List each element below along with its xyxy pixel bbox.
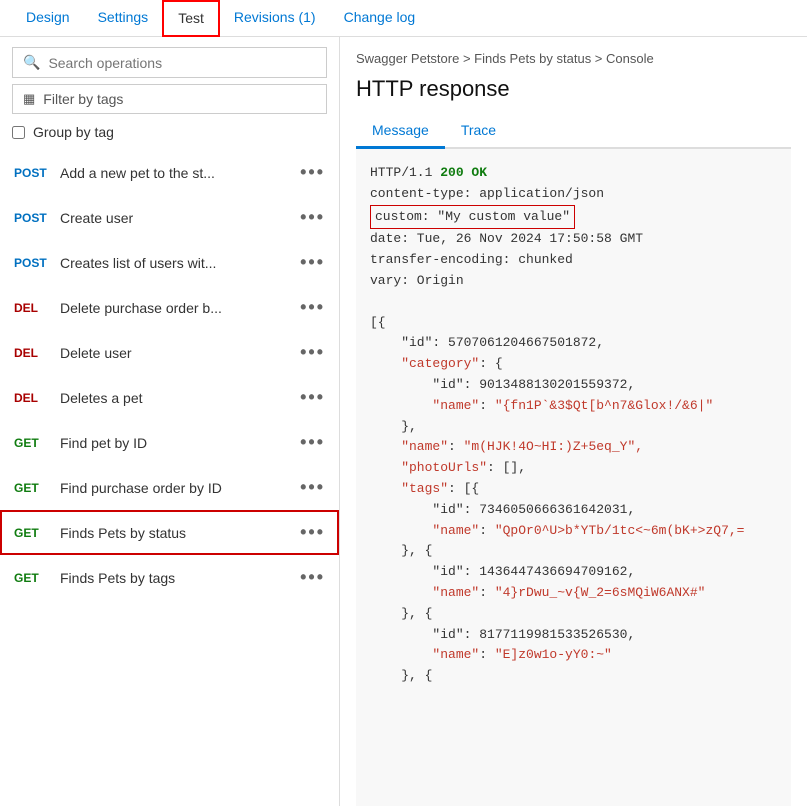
response-line: "category": { xyxy=(370,354,777,375)
response-line: custom: "My custom value" xyxy=(370,205,777,230)
group-by-tag[interactable]: Group by tag xyxy=(12,124,327,140)
op-method: POST xyxy=(14,166,50,180)
op-method: POST xyxy=(14,211,50,225)
breadcrumb: Swagger Petstore > Finds Pets by status … xyxy=(356,51,791,66)
op-dots-button[interactable]: ••• xyxy=(300,567,325,588)
response-line: [{ xyxy=(370,313,777,334)
group-by-checkbox[interactable] xyxy=(12,126,25,139)
op-method: POST xyxy=(14,256,50,270)
op-dots-button[interactable]: ••• xyxy=(300,522,325,543)
list-item[interactable]: POST Add a new pet to the st... ••• xyxy=(0,150,339,195)
response-line: "id": 9013488130201559372, xyxy=(370,375,777,396)
response-line: vary: Origin xyxy=(370,271,777,292)
op-method: GET xyxy=(14,481,50,495)
op-dots-button[interactable]: ••• xyxy=(300,477,325,498)
response-line: "id": 8177119981533526530, xyxy=(370,625,777,646)
response-line: "name": "E]z0w1o-yY0:~" xyxy=(370,645,777,666)
response-line: "name": "m(HJK!4O~HI:)Z+5eq_Y", xyxy=(370,437,777,458)
op-method: DEL xyxy=(14,391,50,405)
group-by-label: Group by tag xyxy=(33,124,114,140)
search-input[interactable] xyxy=(48,55,316,71)
response-line: "name": "QpOr0^U>b*YTb/1tc<~6m(bK+>zQ7,= xyxy=(370,521,777,542)
list-item[interactable]: GET Finds Pets by status ••• xyxy=(0,510,339,555)
op-name: Finds Pets by status xyxy=(60,525,290,541)
response-line: "tags": [{ xyxy=(370,479,777,500)
tab-design[interactable]: Design xyxy=(12,0,84,37)
list-item[interactable]: DEL Delete user ••• xyxy=(0,330,339,375)
op-name: Find purchase order by ID xyxy=(60,480,290,496)
op-dots-button[interactable]: ••• xyxy=(300,207,325,228)
response-line: transfer-encoding: chunked xyxy=(370,250,777,271)
response-line: "id": 7346050666361642031, xyxy=(370,500,777,521)
filter-icon: ▦ xyxy=(23,91,35,107)
list-item[interactable]: DEL Deletes a pet ••• xyxy=(0,375,339,420)
response-line: "name": "{fn1P`&3$Qt[b^n7&Glox!/&6|" xyxy=(370,396,777,417)
top-nav: Design Settings Test Revisions (1) Chang… xyxy=(0,0,807,37)
list-item[interactable]: GET Finds Pets by tags ••• xyxy=(0,555,339,600)
tab-revisions[interactable]: Revisions (1) xyxy=(220,0,330,37)
list-item[interactable]: GET Find pet by ID ••• xyxy=(0,420,339,465)
op-dots-button[interactable]: ••• xyxy=(300,252,325,273)
tab-settings[interactable]: Settings xyxy=(84,0,163,37)
op-name: Delete purchase order b... xyxy=(60,300,290,316)
response-tabs: Message Trace xyxy=(356,116,791,149)
filter-label: Filter by tags xyxy=(43,91,123,107)
response-line: "photoUrls": [], xyxy=(370,458,777,479)
op-dots-button[interactable]: ••• xyxy=(300,342,325,363)
response-line: }, { xyxy=(370,604,777,625)
ops-list: POST Add a new pet to the st... ••• POST Cre… xyxy=(0,150,339,806)
tab-message[interactable]: Message xyxy=(356,116,445,149)
response-line: }, { xyxy=(370,541,777,562)
main-layout: 🔍 ▦ Filter by tags Group by tag POST Add … xyxy=(0,37,807,806)
op-name: Finds Pets by tags xyxy=(60,570,290,586)
response-line: "id": 5707061204667501872, xyxy=(370,333,777,354)
tab-trace[interactable]: Trace xyxy=(445,116,512,149)
filter-box[interactable]: ▦ Filter by tags xyxy=(12,84,327,114)
response-line: date: Tue, 26 Nov 2024 17:50:58 GMT xyxy=(370,229,777,250)
list-item[interactable]: POST Create user ••• xyxy=(0,195,339,240)
list-item[interactable]: POST Creates list of users wit... ••• xyxy=(0,240,339,285)
response-line: "id": 1436447436694709162, xyxy=(370,562,777,583)
op-dots-button[interactable]: ••• xyxy=(300,387,325,408)
op-name: Find pet by ID xyxy=(60,435,290,451)
left-panel: 🔍 ▦ Filter by tags Group by tag POST Add … xyxy=(0,37,340,806)
search-box[interactable]: 🔍 xyxy=(12,47,327,78)
op-method: GET xyxy=(14,571,50,585)
response-line xyxy=(370,292,777,313)
op-name: Create user xyxy=(60,210,290,226)
search-icon: 🔍 xyxy=(23,54,40,71)
op-name: Delete user xyxy=(60,345,290,361)
response-line: "name": "4}rDwu_~v{W_2=6sMQiW6ANX#" xyxy=(370,583,777,604)
response-line: }, xyxy=(370,417,777,438)
tab-changelog[interactable]: Change log xyxy=(330,0,430,37)
op-method: DEL xyxy=(14,346,50,360)
op-method: GET xyxy=(14,436,50,450)
response-line: HTTP/1.1 200 OK xyxy=(370,163,777,184)
op-method: GET xyxy=(14,526,50,540)
tab-test[interactable]: Test xyxy=(162,0,220,37)
response-body: HTTP/1.1 200 OKcontent-type: application… xyxy=(356,149,791,806)
list-item[interactable]: DEL Delete purchase order b... ••• xyxy=(0,285,339,330)
op-dots-button[interactable]: ••• xyxy=(300,432,325,453)
response-line: content-type: application/json xyxy=(370,184,777,205)
op-name: Creates list of users wit... xyxy=(60,255,290,271)
panel-title: HTTP response xyxy=(356,76,791,102)
response-line: }, { xyxy=(370,666,777,687)
list-item[interactable]: GET Find purchase order by ID ••• xyxy=(0,465,339,510)
op-name: Deletes a pet xyxy=(60,390,290,406)
right-panel: Swagger Petstore > Finds Pets by status … xyxy=(340,37,807,806)
op-dots-button[interactable]: ••• xyxy=(300,297,325,318)
op-dots-button[interactable]: ••• xyxy=(300,162,325,183)
op-name: Add a new pet to the st... xyxy=(60,165,290,181)
op-method: DEL xyxy=(14,301,50,315)
